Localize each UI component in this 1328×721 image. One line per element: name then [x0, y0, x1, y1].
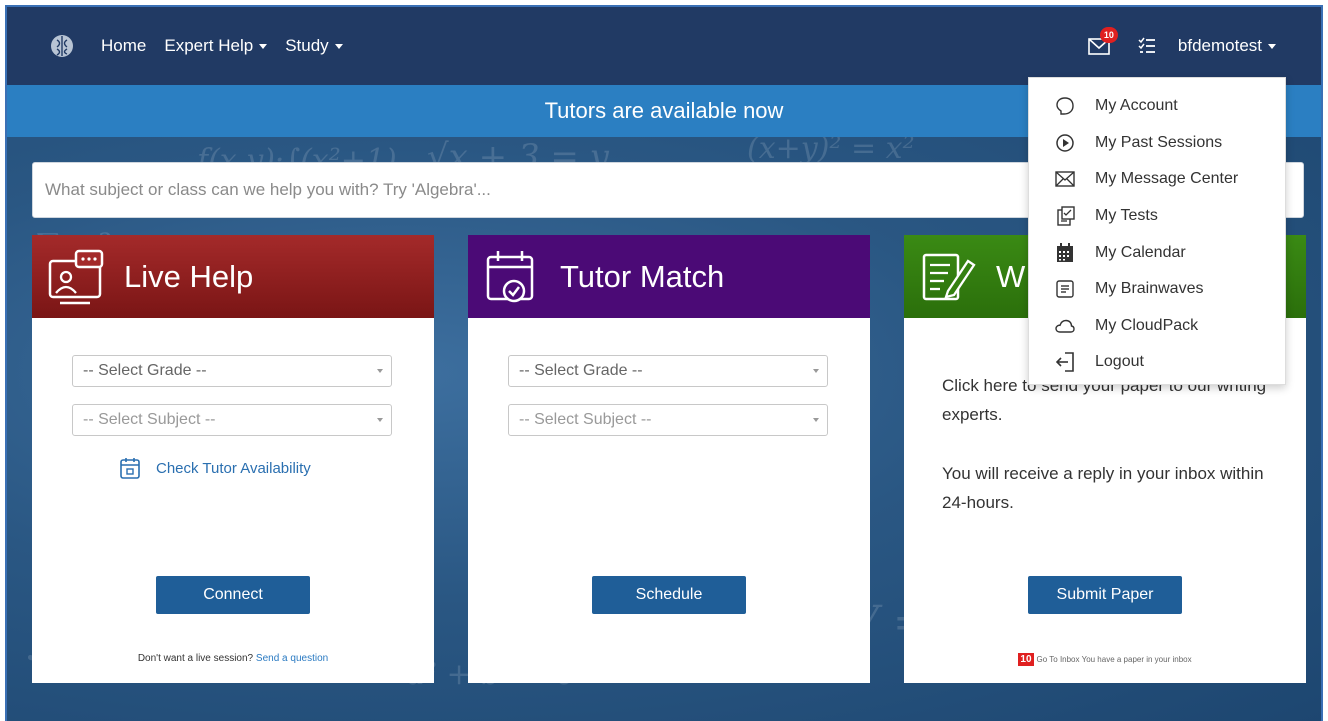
caret-down-icon — [1268, 43, 1276, 49]
menu-item-my-past-sessions[interactable]: My Past Sessions — [1029, 125, 1285, 162]
live-help-card: Live Help -- Select Grade -- -- Select S… — [32, 235, 434, 683]
writing-footer: 10 Go To Inbox You have a paper in your … — [904, 653, 1306, 666]
menu-item-my-message-center[interactable]: My Message Center — [1029, 161, 1285, 198]
user-menu-toggle[interactable]: bfdemotest — [1178, 36, 1276, 56]
inbox-count-badge: 10 — [1018, 653, 1034, 666]
menu-item-label: My Calendar — [1095, 243, 1186, 261]
banner-text: Tutors are available now — [544, 98, 784, 123]
menu-item-label: My Brainwaves — [1095, 280, 1204, 298]
writing-title: W — [996, 258, 1026, 294]
nav-study[interactable]: Study — [285, 36, 343, 56]
menu-item-logout[interactable]: Logout — [1029, 344, 1285, 381]
user-dropdown-menu: My Account My Past Sessions My Message C… — [1028, 77, 1286, 385]
nav-expert-help[interactable]: Expert Help — [164, 36, 268, 56]
app-frame: f(x,y)·∫(x²+1) √x + 3 = y (x+y)² = x² ∑ … — [5, 5, 1323, 721]
mail-button[interactable]: 10 — [1088, 27, 1118, 57]
go-to-inbox-link[interactable]: Go To Inbox You have a paper in your inb… — [1037, 655, 1192, 664]
select-arrow-icon — [813, 369, 819, 373]
live-help-grade-select[interactable]: -- Select Grade -- — [72, 355, 392, 387]
caret-down-icon — [259, 43, 268, 49]
select-arrow-icon — [377, 418, 383, 422]
availability-link-label: Check Tutor Availability — [156, 459, 311, 477]
tutor-match-grade-select[interactable]: -- Select Grade -- — [508, 355, 828, 387]
menu-item-my-calendar[interactable]: My Calendar — [1029, 234, 1285, 271]
brain-logo-icon[interactable] — [47, 31, 77, 61]
select-arrow-icon — [377, 369, 383, 373]
play-circle-icon — [1055, 133, 1075, 153]
write-paper-icon — [922, 253, 976, 300]
caret-down-icon — [334, 43, 343, 49]
grade-select-value: -- Select Grade -- — [83, 362, 207, 379]
subject-select-value: -- Select Subject -- — [519, 411, 652, 428]
check-tutor-availability-link[interactable]: Check Tutor Availability — [120, 457, 311, 479]
menu-item-my-tests[interactable]: My Tests — [1029, 198, 1285, 235]
brainwaves-icon — [1055, 279, 1075, 299]
send-question-link[interactable]: Send a question — [256, 653, 328, 664]
tutor-match-card: Tutor Match -- Select Grade -- -- Select… — [468, 235, 870, 683]
menu-item-label: My Message Center — [1095, 170, 1239, 188]
menu-item-my-cloudpack[interactable]: My CloudPack — [1029, 308, 1285, 345]
calendar-icon — [1055, 242, 1075, 263]
tutor-match-subject-select[interactable]: -- Select Subject -- — [508, 404, 828, 436]
live-help-header: Live Help — [32, 235, 434, 318]
nav-study-label: Study — [285, 36, 329, 55]
submit-paper-button[interactable]: Submit Paper — [1028, 576, 1182, 614]
tutor-match-title: Tutor Match — [560, 258, 725, 294]
menu-item-label: My Account — [1095, 97, 1178, 115]
writing-reply-note: You will receive a reply in your inbox w… — [942, 464, 1264, 512]
nav-home[interactable]: Home — [101, 36, 146, 56]
menu-item-my-brainwaves[interactable]: My Brainwaves — [1029, 271, 1285, 308]
grade-select-value: -- Select Grade -- — [519, 362, 643, 379]
menu-item-label: Logout — [1095, 353, 1144, 371]
live-help-subject-select[interactable]: -- Select Subject -- — [72, 404, 392, 436]
logout-icon — [1055, 352, 1075, 373]
top-navbar: Home Expert Help Study 10 bfdemotest — [7, 7, 1321, 85]
menu-item-label: My Past Sessions — [1095, 133, 1223, 151]
live-help-footer: Don't want a live session? Send a questi… — [32, 653, 434, 664]
live-help-footer-text: Don't want a live session? — [137, 653, 254, 664]
live-chat-icon — [48, 249, 104, 304]
calendar-check-icon — [486, 250, 534, 302]
select-arrow-icon — [813, 418, 819, 422]
cloud-icon — [1055, 316, 1075, 336]
nav-home-label: Home — [101, 36, 147, 55]
task-list-icon[interactable] — [1138, 37, 1156, 55]
tutor-match-header: Tutor Match — [468, 235, 870, 318]
menu-item-label: My CloudPack — [1095, 316, 1199, 334]
calendar-icon — [120, 458, 140, 479]
menu-item-label: My Tests — [1095, 207, 1158, 225]
envelope-icon — [1055, 169, 1075, 189]
tests-icon — [1055, 206, 1075, 226]
nav-right: 10 bfdemotest — [1088, 7, 1276, 85]
account-icon — [1055, 96, 1075, 116]
username-label: bfdemotest — [1177, 36, 1262, 55]
schedule-button[interactable]: Schedule — [592, 576, 746, 614]
mail-count-badge: 10 — [1099, 27, 1118, 43]
menu-item-my-account[interactable]: My Account — [1029, 88, 1285, 125]
nav-expert-help-label: Expert Help — [164, 36, 254, 55]
live-help-title: Live Help — [124, 258, 254, 294]
subject-select-value: -- Select Subject -- — [83, 411, 216, 428]
connect-button[interactable]: Connect — [156, 576, 310, 614]
